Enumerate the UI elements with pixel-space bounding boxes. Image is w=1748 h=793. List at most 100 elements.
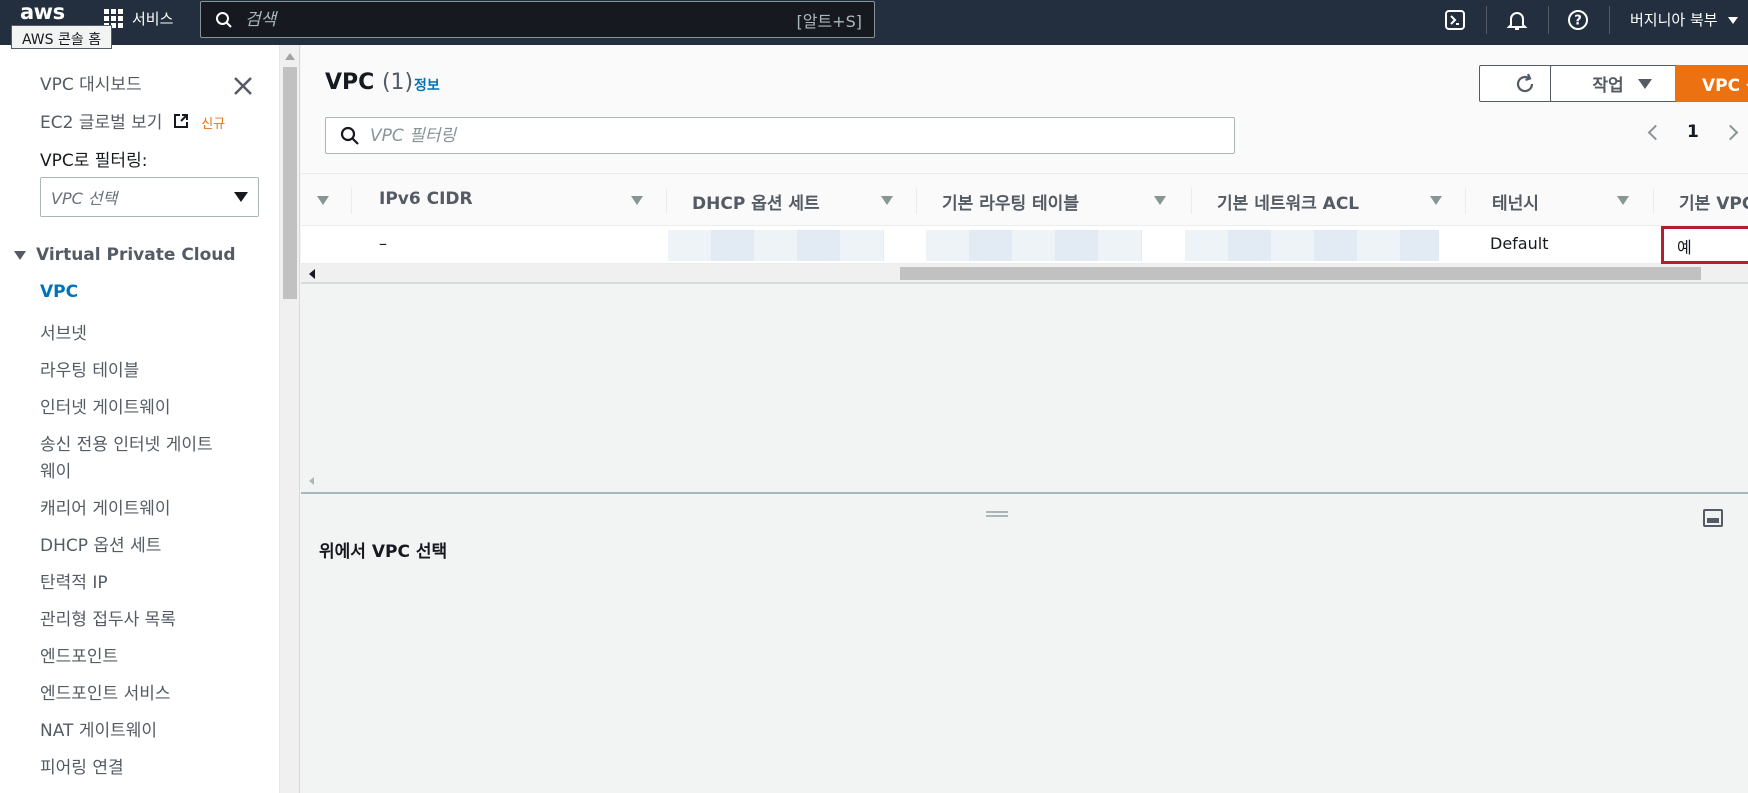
global-search-box[interactable]: [알트+S] bbox=[200, 1, 875, 38]
scroll-left-arrow-icon[interactable] bbox=[309, 269, 315, 279]
external-link-icon bbox=[173, 114, 188, 128]
actions-dropdown-button[interactable]: 작업 bbox=[1550, 65, 1694, 102]
caret-down-icon bbox=[1637, 78, 1652, 89]
column-header-main-route-table[interactable]: 기본 라우팅 테이블 bbox=[942, 189, 1079, 214]
scrollbar-thumb[interactable] bbox=[283, 67, 297, 299]
sidebar-scrollbar[interactable] bbox=[279, 45, 300, 793]
region-selector[interactable]: 버지니아 북부 bbox=[1630, 9, 1739, 30]
sidebar-item-internet-gateways[interactable]: 인터넷 게이트웨이 bbox=[40, 393, 171, 418]
chevron-down-icon bbox=[1728, 17, 1739, 24]
cell-default-vpc-value: 예 bbox=[1677, 238, 1692, 257]
redacted-dhcp-option-set bbox=[668, 230, 884, 261]
region-label: 버지니아 북부 bbox=[1630, 11, 1718, 29]
search-icon bbox=[340, 126, 359, 145]
column-divider[interactable] bbox=[351, 188, 352, 214]
column-divider[interactable] bbox=[1653, 188, 1654, 214]
sidebar-item-managed-prefix-lists[interactable]: 관리형 접두사 목록 bbox=[40, 605, 176, 630]
current-page[interactable]: 1 bbox=[1687, 122, 1699, 142]
sidebar-item-subnets[interactable]: 서브넷 bbox=[40, 319, 87, 344]
caret-down-icon bbox=[14, 250, 26, 260]
sort-icon[interactable] bbox=[631, 196, 643, 205]
sidebar-item-elastic-ips[interactable]: 탄력적 IP bbox=[40, 568, 108, 593]
top-navigation: aws 서비스 [알트+S] ? 버지니아 북부 bbox=[0, 0, 1748, 45]
table-horizontal-scrollbar[interactable] bbox=[301, 264, 1748, 284]
split-panel bbox=[301, 492, 1748, 793]
vpc-filter-select[interactable]: VPC 선택 bbox=[40, 177, 259, 217]
table-row[interactable]: – Default bbox=[301, 226, 1748, 264]
section-virtual-private-cloud[interactable]: Virtual Private Cloud bbox=[14, 245, 236, 265]
split-panel-title: 위에서 VPC 선택 bbox=[319, 542, 448, 562]
aws-logo[interactable]: aws bbox=[20, 0, 65, 24]
nav-divider bbox=[1486, 6, 1487, 34]
caret-down-icon bbox=[234, 192, 248, 202]
scroll-up-arrow-icon[interactable] bbox=[285, 53, 295, 60]
column-header-default-vpc[interactable]: 기본 VPC bbox=[1679, 189, 1748, 214]
vpc-filter-label: VPC로 필터링: bbox=[40, 151, 148, 171]
sort-icon[interactable] bbox=[1154, 196, 1166, 205]
scroll-left-arrow-icon[interactable] bbox=[309, 477, 314, 485]
sidebar-item-ec2-global-view[interactable]: EC2 글로벌 보기 신규 bbox=[40, 108, 225, 133]
services-menu-button[interactable]: 서비스 bbox=[104, 8, 173, 29]
sidebar-item-vpc-dashboard[interactable]: VPC 대시보드 bbox=[40, 70, 142, 95]
cloudshell-icon[interactable] bbox=[1443, 8, 1467, 32]
column-divider[interactable] bbox=[666, 188, 667, 214]
cell-tenancy: Default bbox=[1490, 234, 1549, 253]
column-header-dhcp-option-set[interactable]: DHCP 옵션 세트 bbox=[692, 189, 820, 214]
scrollbar-thumb[interactable] bbox=[900, 267, 1701, 280]
sidebar-item-endpoint-services[interactable]: 엔드포인트 서비스 bbox=[40, 679, 171, 704]
table-empty-area bbox=[301, 286, 1748, 492]
sidebar-item-endpoints[interactable]: 엔드포인트 bbox=[40, 642, 118, 667]
vpc-filter-placeholder: VPC 선택 bbox=[51, 189, 118, 208]
help-icon[interactable]: ? bbox=[1566, 8, 1590, 32]
page-title-text: VPC bbox=[325, 70, 375, 95]
sort-icon[interactable] bbox=[1430, 196, 1442, 205]
services-label: 서비스 bbox=[132, 10, 174, 28]
sidebar: VPC 대시보드 EC2 글로벌 보기 신규 VPC로 필터링: VPC 선택 … bbox=[0, 45, 279, 793]
search-icon bbox=[216, 11, 232, 28]
nav-divider bbox=[1548, 6, 1549, 34]
column-divider[interactable] bbox=[1465, 188, 1466, 214]
console-home-tooltip: AWS 콘솔 홈 bbox=[11, 25, 113, 49]
actions-label: 작업 bbox=[1592, 76, 1624, 96]
ec2-global-label: EC2 글로벌 보기 bbox=[40, 113, 163, 133]
sidebar-item-egress-only-igw[interactable]: 송신 전용 인터넷 게이트 bbox=[40, 430, 213, 455]
column-divider[interactable] bbox=[916, 188, 917, 214]
close-icon[interactable] bbox=[230, 73, 256, 99]
table-header: IPv6 CIDR DHCP 옵션 세트 기본 라우팅 테이블 기본 네트워크 … bbox=[301, 173, 1748, 226]
sidebar-item-nat-gateways[interactable]: NAT 게이트웨이 bbox=[40, 716, 157, 741]
sidebar-item-peering-connections[interactable]: 피어링 연결 bbox=[40, 753, 124, 778]
new-badge: 신규 bbox=[201, 117, 226, 132]
column-header-tenancy[interactable]: 테넌시 bbox=[1492, 189, 1539, 214]
pagination: 1 bbox=[1647, 122, 1739, 142]
sidebar-item-dhcp-option-sets[interactable]: DHCP 옵션 세트 bbox=[40, 531, 161, 556]
sidebar-item-carrier-gateways[interactable]: 캐리어 게이트웨이 bbox=[40, 494, 171, 519]
section-label: Virtual Private Cloud bbox=[36, 245, 236, 265]
search-shortcut-hint: [알트+S] bbox=[796, 11, 863, 31]
vpc-filter-input[interactable] bbox=[370, 125, 1234, 146]
create-vpc-button[interactable]: VPC 생 bbox=[1675, 65, 1748, 102]
column-header-ipv6-cidr[interactable]: IPv6 CIDR bbox=[379, 189, 473, 209]
sort-icon[interactable] bbox=[317, 196, 329, 205]
bell-icon[interactable] bbox=[1505, 8, 1529, 32]
cell-ipv6-cidr: – bbox=[379, 234, 387, 253]
refresh-icon bbox=[1516, 73, 1534, 92]
cell-default-vpc: 예 bbox=[1661, 226, 1748, 264]
chevron-right-icon[interactable] bbox=[1722, 124, 1739, 140]
page-title: VPC (1) bbox=[325, 70, 413, 95]
sort-icon[interactable] bbox=[881, 196, 893, 205]
resize-handle-icon[interactable] bbox=[986, 511, 1008, 517]
redacted-main-route-table bbox=[926, 230, 1142, 261]
sidebar-item-egress-only-igw-cont[interactable]: 웨이 bbox=[40, 457, 71, 482]
column-header-main-network-acl[interactable]: 기본 네트워크 ACL bbox=[1217, 189, 1359, 214]
column-divider[interactable] bbox=[1191, 188, 1192, 214]
vpc-count: (1) bbox=[381, 70, 414, 95]
vpc-filter-box[interactable] bbox=[325, 117, 1235, 154]
chevron-left-icon[interactable] bbox=[1647, 124, 1664, 140]
sidebar-item-vpc[interactable]: VPC bbox=[40, 282, 78, 302]
global-search-input[interactable] bbox=[245, 9, 797, 30]
info-link[interactable]: 정보 bbox=[414, 75, 440, 95]
nav-divider bbox=[1609, 6, 1610, 34]
sort-icon[interactable] bbox=[1617, 196, 1629, 205]
sidebar-item-route-tables[interactable]: 라우팅 테이블 bbox=[40, 356, 139, 381]
panel-position-icon[interactable] bbox=[1703, 509, 1723, 527]
